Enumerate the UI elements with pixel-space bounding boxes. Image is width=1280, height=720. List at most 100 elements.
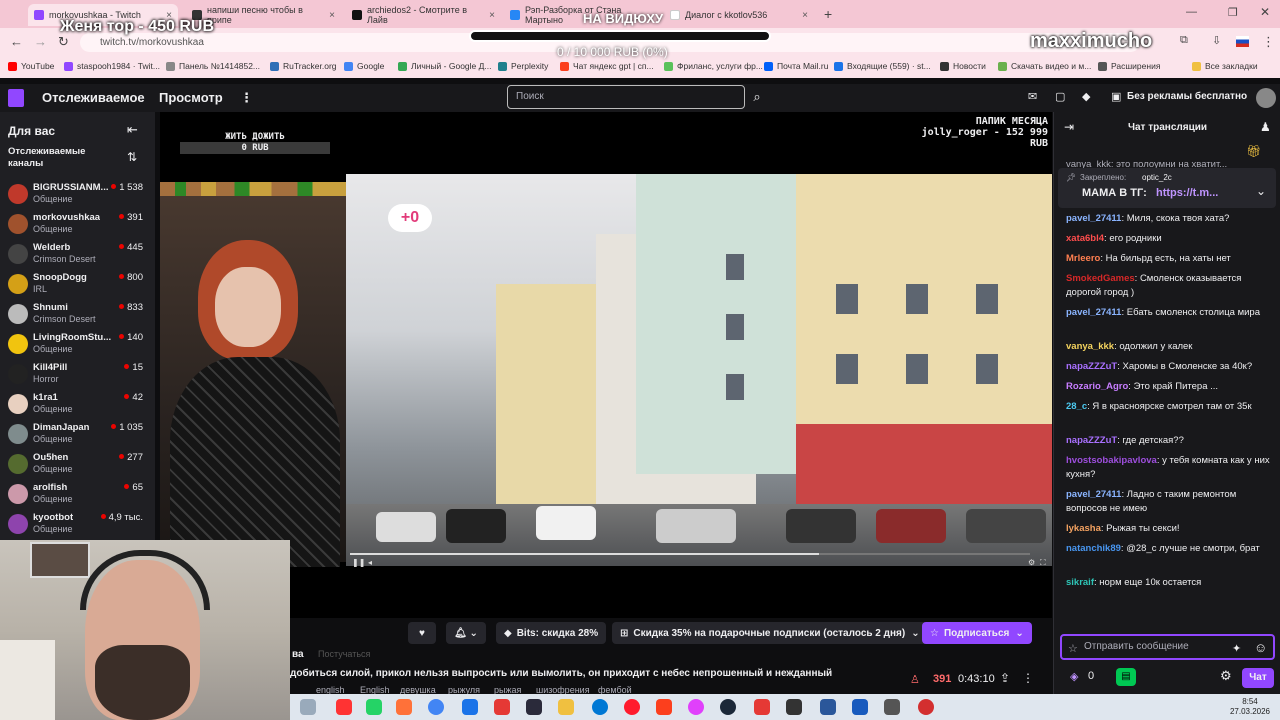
pinned-link[interactable]: https://t.m... — [1156, 187, 1218, 199]
chrome-icon[interactable] — [428, 699, 444, 715]
forward-icon[interactable]: → — [34, 34, 47, 49]
sidebar-channel[interactable]: DimanJapan Общение 1 035 — [0, 420, 155, 450]
chat-username[interactable]: natanchik89 — [1066, 543, 1121, 554]
sidebar-channel[interactable]: Welderb Crimson Desert 445 — [0, 240, 155, 270]
nav-browse[interactable]: Просмотр — [159, 90, 223, 105]
whatsapp-icon[interactable] — [366, 699, 382, 715]
close-icon[interactable]: × — [329, 10, 335, 21]
emoji-icon[interactable]: ☺ — [1254, 640, 1267, 655]
app-icon[interactable] — [754, 699, 770, 715]
maximize-icon[interactable]: ❐ — [1228, 6, 1238, 19]
sidebar-channel[interactable]: Ou5hen Общение 277 — [0, 450, 155, 480]
twitch-logo-icon[interactable] — [8, 89, 24, 107]
follow-heart-button[interactable]: ♥ — [408, 622, 436, 644]
bookmark-all[interactable]: Все закладки — [1192, 61, 1258, 71]
chat-username[interactable]: napaZZZuT — [1066, 435, 1117, 446]
crown-icon[interactable]: ◆ — [1082, 90, 1090, 103]
bookmark-twitch[interactable]: staspooh1984 · Twit... — [64, 61, 160, 71]
chat-username[interactable]: lykasha — [1066, 523, 1101, 534]
edge-icon[interactable] — [592, 699, 608, 715]
channel-points-icon[interactable]: ◈ — [1070, 670, 1078, 683]
app-icon[interactable] — [786, 699, 802, 715]
inner-volume-icon[interactable]: ◂ — [368, 558, 372, 567]
chat-settings-icon[interactable]: ⚙ — [1220, 668, 1232, 684]
yandex-app-icon[interactable] — [336, 699, 352, 715]
bookmark-panel[interactable]: Панель №1414852... — [166, 61, 260, 71]
bookmark-rutracker[interactable]: RuTracker.org — [270, 61, 337, 71]
bookmark-mailru[interactable]: Почта Mail.ru — [764, 61, 828, 71]
bookmark-youtube[interactable]: YouTube — [8, 61, 54, 71]
notification-bell-button[interactable]: 🔔︎ ⌄ — [446, 622, 486, 644]
yandex-icon[interactable] — [656, 699, 672, 715]
system-clock[interactable]: 8:54 27.03.2026 — [1230, 697, 1270, 717]
inner-pause-icon[interactable]: ❚❚ — [352, 558, 365, 567]
sidebar-channel[interactable]: Kill4Pill Horror 15 — [0, 360, 155, 390]
search-input[interactable]: Поиск — [507, 85, 745, 109]
downloads-icon[interactable]: ⇩ — [1212, 34, 1221, 47]
close-window-icon[interactable]: ✕ — [1260, 5, 1270, 19]
bookmark-inbox[interactable]: Входящие (559) · st... — [834, 61, 931, 71]
chat-username[interactable]: sikraif — [1066, 577, 1094, 588]
close-icon[interactable]: × — [802, 10, 808, 21]
chat-username[interactable]: vanya_kkk — [1066, 341, 1114, 352]
subscribe-button[interactable]: ☆ Подписаться ⌄ — [922, 622, 1032, 644]
share-icon[interactable]: ⇪ — [1000, 671, 1010, 685]
chat-input[interactable]: Отправить сообщение — [1060, 634, 1275, 660]
close-icon[interactable]: × — [489, 10, 495, 21]
minimize-icon[interactable]: — — [1186, 6, 1197, 18]
menu-icon[interactable]: ⋮ — [1262, 34, 1275, 50]
app-icon[interactable] — [884, 699, 900, 715]
video-player[interactable]: +0 ЖИТЬ ДОЖИТЬ 0 RUB ПАПИК МЕСЯЦА jolly_… — [160, 112, 1052, 618]
chat-username[interactable]: pavel_27411 — [1066, 213, 1121, 224]
taskview-icon[interactable] — [300, 699, 316, 715]
gift-sub-button[interactable]: ⊞ Скидка 35% на подарочные подписки (оста… — [612, 622, 928, 644]
chat-username[interactable]: xata6bl4 — [1066, 233, 1104, 244]
chat-username[interactable]: pavel_27411 — [1066, 489, 1121, 500]
knock-button[interactable]: Постучаться — [318, 649, 370, 659]
chat-username[interactable]: hvostsobakipavlova — [1066, 455, 1157, 466]
wand-icon[interactable]: ✦ — [1232, 642, 1241, 655]
bits-button[interactable]: ◆ Bits: скидка 28% — [496, 622, 607, 644]
pinned-message[interactable]: 📌︎ Закреплено: optic_2c МАМА В ТГ: https… — [1058, 168, 1276, 208]
word-icon[interactable] — [852, 699, 868, 715]
app-icon[interactable] — [462, 699, 478, 715]
bookmark-perplexity[interactable]: Perplexity — [498, 61, 548, 71]
yandex-browser-icon[interactable] — [494, 699, 510, 715]
reload-icon[interactable]: ↻ — [58, 34, 69, 50]
nav-following[interactable]: Отслеживаемое — [42, 90, 145, 105]
language-flag-icon[interactable] — [1236, 36, 1249, 47]
users-icon[interactable]: ♟ — [1260, 120, 1271, 134]
chevron-down-icon[interactable]: ⌄ — [1256, 184, 1266, 198]
bookmark-yagpt[interactable]: Чат яндекс gpt | сп... — [560, 61, 654, 71]
bookmark-news[interactable]: Новости — [940, 61, 986, 71]
search-icon[interactable]: ⌕ — [746, 85, 768, 109]
chat-username[interactable]: 28_c — [1066, 401, 1087, 412]
firefox-icon[interactable] — [396, 699, 412, 715]
inner-settings-icon[interactable]: ⚙ — [1028, 558, 1035, 567]
bookmark-drive[interactable]: Личный - Google Д... — [398, 61, 491, 71]
collapse-icon[interactable]: ⇤ — [127, 122, 138, 138]
more-options-icon[interactable]: ⋮ — [1022, 671, 1034, 685]
emote-star-icon[interactable]: ☆ — [1068, 642, 1078, 655]
app-icon[interactable] — [688, 699, 704, 715]
extensions-icon[interactable]: ⧉ — [1180, 34, 1188, 47]
back-icon[interactable]: ← — [10, 34, 23, 49]
more-icon[interactable]: ⋮ — [240, 90, 253, 106]
whispers-icon[interactable]: ▢ — [1055, 90, 1065, 103]
sidebar-channel[interactable]: SnoopDogg IRL 800 — [0, 270, 155, 300]
chat-send-button[interactable]: Чат — [1242, 668, 1274, 688]
sidebar-channel[interactable]: arolfish Общение 65 — [0, 480, 155, 510]
tab-dialog[interactable]: Диалог с kkotlov536 × — [664, 4, 814, 26]
inbox-icon[interactable]: ✉ — [1028, 90, 1037, 103]
bookmark-download[interactable]: Скачать видео и м... — [998, 61, 1091, 71]
app-icon[interactable] — [820, 699, 836, 715]
sidebar-channel[interactable]: morkovushkaa Общение 391 — [0, 210, 155, 240]
chat-username[interactable]: SmokedGames — [1066, 273, 1135, 284]
no-ads-button[interactable]: Без рекламы бесплатно — [1127, 91, 1247, 102]
sidebar-channel[interactable]: kyootbot Общение 4,9 тыс. — [0, 510, 155, 540]
bookmark-google[interactable]: Google — [344, 61, 384, 71]
folder-icon[interactable] — [558, 699, 574, 715]
avatar[interactable] — [1256, 88, 1276, 108]
bookmark-extensions[interactable]: Расширения — [1098, 61, 1160, 71]
sidebar-channel[interactable]: BIGRUSSIANM... Общение 1 538 — [0, 180, 155, 210]
